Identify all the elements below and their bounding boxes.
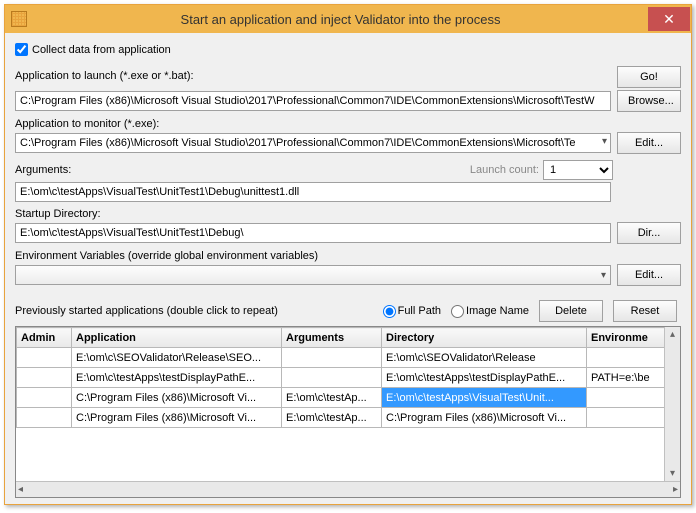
table-cell: C:\Program Files (x86)\Microsoft Vi... [382, 408, 587, 428]
horizontal-scrollbar[interactable]: ◂ ▸ [16, 481, 680, 497]
arguments-input[interactable] [15, 182, 611, 202]
table-cell [282, 348, 382, 368]
table-cell: E:\om\c\testApps\testDisplayPathE... [382, 368, 587, 388]
table-cell: E:\om\c\testAp... [282, 388, 382, 408]
dialog-content: Collect data from application Applicatio… [5, 33, 691, 504]
collect-data-checkbox[interactable] [15, 43, 28, 56]
radio-full-path[interactable]: Full Path [383, 305, 441, 318]
arguments-label: Arguments: [15, 164, 71, 176]
app-launch-input[interactable] [15, 91, 611, 111]
table-cell [17, 408, 72, 428]
browse-button[interactable]: Browse... [617, 90, 681, 112]
scroll-right-icon: ▸ [673, 484, 678, 495]
startup-dir-input[interactable] [15, 223, 611, 243]
table-cell [282, 368, 382, 388]
close-icon: ✕ [663, 11, 675, 28]
col-directory[interactable]: Directory [382, 328, 587, 348]
col-application[interactable]: Application [72, 328, 282, 348]
go-button[interactable]: Go! [617, 66, 681, 88]
dialog-window: Start an application and inject Validato… [4, 4, 692, 505]
table-row[interactable]: C:\Program Files (x86)\Microsoft Vi...E:… [17, 408, 681, 428]
table-cell [17, 388, 72, 408]
app-monitor-combo[interactable] [15, 133, 611, 153]
table-cell [17, 368, 72, 388]
history-table: Admin Application Arguments Directory En… [15, 326, 681, 498]
app-monitor-label: Application to monitor (*.exe): [15, 118, 681, 130]
close-button[interactable]: ✕ [648, 7, 690, 31]
chevron-down-icon[interactable]: ▾ [602, 136, 607, 147]
table-cell [17, 348, 72, 368]
launch-count-select[interactable]: 1 [543, 160, 613, 180]
path-display-radios: Full Path Image Name Delete Reset [383, 300, 681, 322]
table-row[interactable]: C:\Program Files (x86)\Microsoft Vi...E:… [17, 388, 681, 408]
env-vars-combo[interactable]: ▾ [15, 265, 611, 285]
col-arguments[interactable]: Arguments [282, 328, 382, 348]
delete-button[interactable]: Delete [539, 300, 603, 322]
titlebar[interactable]: Start an application and inject Validato… [5, 5, 691, 33]
chevron-down-icon: ▾ [601, 270, 606, 281]
table-header-row: Admin Application Arguments Directory En… [17, 328, 681, 348]
scroll-up-icon: ▴ [670, 329, 675, 340]
collect-data-row: Collect data from application [15, 43, 681, 56]
table-cell: C:\Program Files (x86)\Microsoft Vi... [72, 388, 282, 408]
table-cell: E:\om\c\testAp... [282, 408, 382, 428]
col-admin[interactable]: Admin [17, 328, 72, 348]
radio-image-name[interactable]: Image Name [451, 305, 529, 318]
table-cell: C:\Program Files (x86)\Microsoft Vi... [72, 408, 282, 428]
table-cell: E:\om\c\SEOValidator\Release\SEO... [72, 348, 282, 368]
dir-button[interactable]: Dir... [617, 222, 681, 244]
app-launch-label: Application to launch (*.exe or *.bat): [15, 70, 611, 82]
monitor-edit-button[interactable]: Edit... [617, 132, 681, 154]
vertical-scrollbar[interactable]: ▴ ▾ [664, 327, 680, 481]
table-row[interactable]: E:\om\c\testApps\testDisplayPathE... E:\o… [17, 368, 681, 388]
table-cell: E:\om\c\testApps\VisualTest\Unit... [382, 388, 587, 408]
scroll-down-icon: ▾ [670, 468, 675, 479]
collect-data-label: Collect data from application [32, 44, 171, 56]
history-label: Previously started applications (double … [15, 305, 278, 317]
table-cell: E:\om\c\SEOValidator\Release [382, 348, 587, 368]
window-title: Start an application and inject Validato… [33, 12, 648, 27]
app-icon [11, 11, 27, 27]
table-row[interactable]: E:\om\c\SEOValidator\Release\SEO... E:\om… [17, 348, 681, 368]
launch-count-label: Launch count: [470, 164, 539, 176]
startup-dir-label: Startup Directory: [15, 208, 681, 220]
scroll-left-icon: ◂ [18, 484, 23, 495]
reset-button[interactable]: Reset [613, 300, 677, 322]
env-vars-label: Environment Variables (override global e… [15, 250, 681, 262]
table-cell: E:\om\c\testApps\testDisplayPathE... [72, 368, 282, 388]
env-edit-button[interactable]: Edit... [617, 264, 681, 286]
